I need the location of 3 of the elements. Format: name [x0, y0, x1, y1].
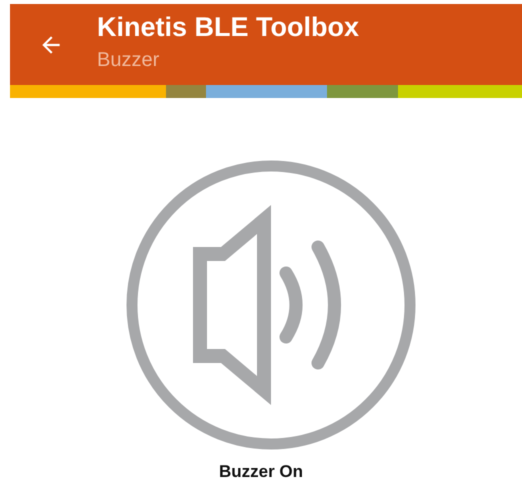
status-label: Buzzer On: [218, 462, 304, 480]
screen-subtitle: Buzzer: [97, 48, 160, 72]
app-title: Kinetis BLE Toolbox: [97, 12, 359, 42]
